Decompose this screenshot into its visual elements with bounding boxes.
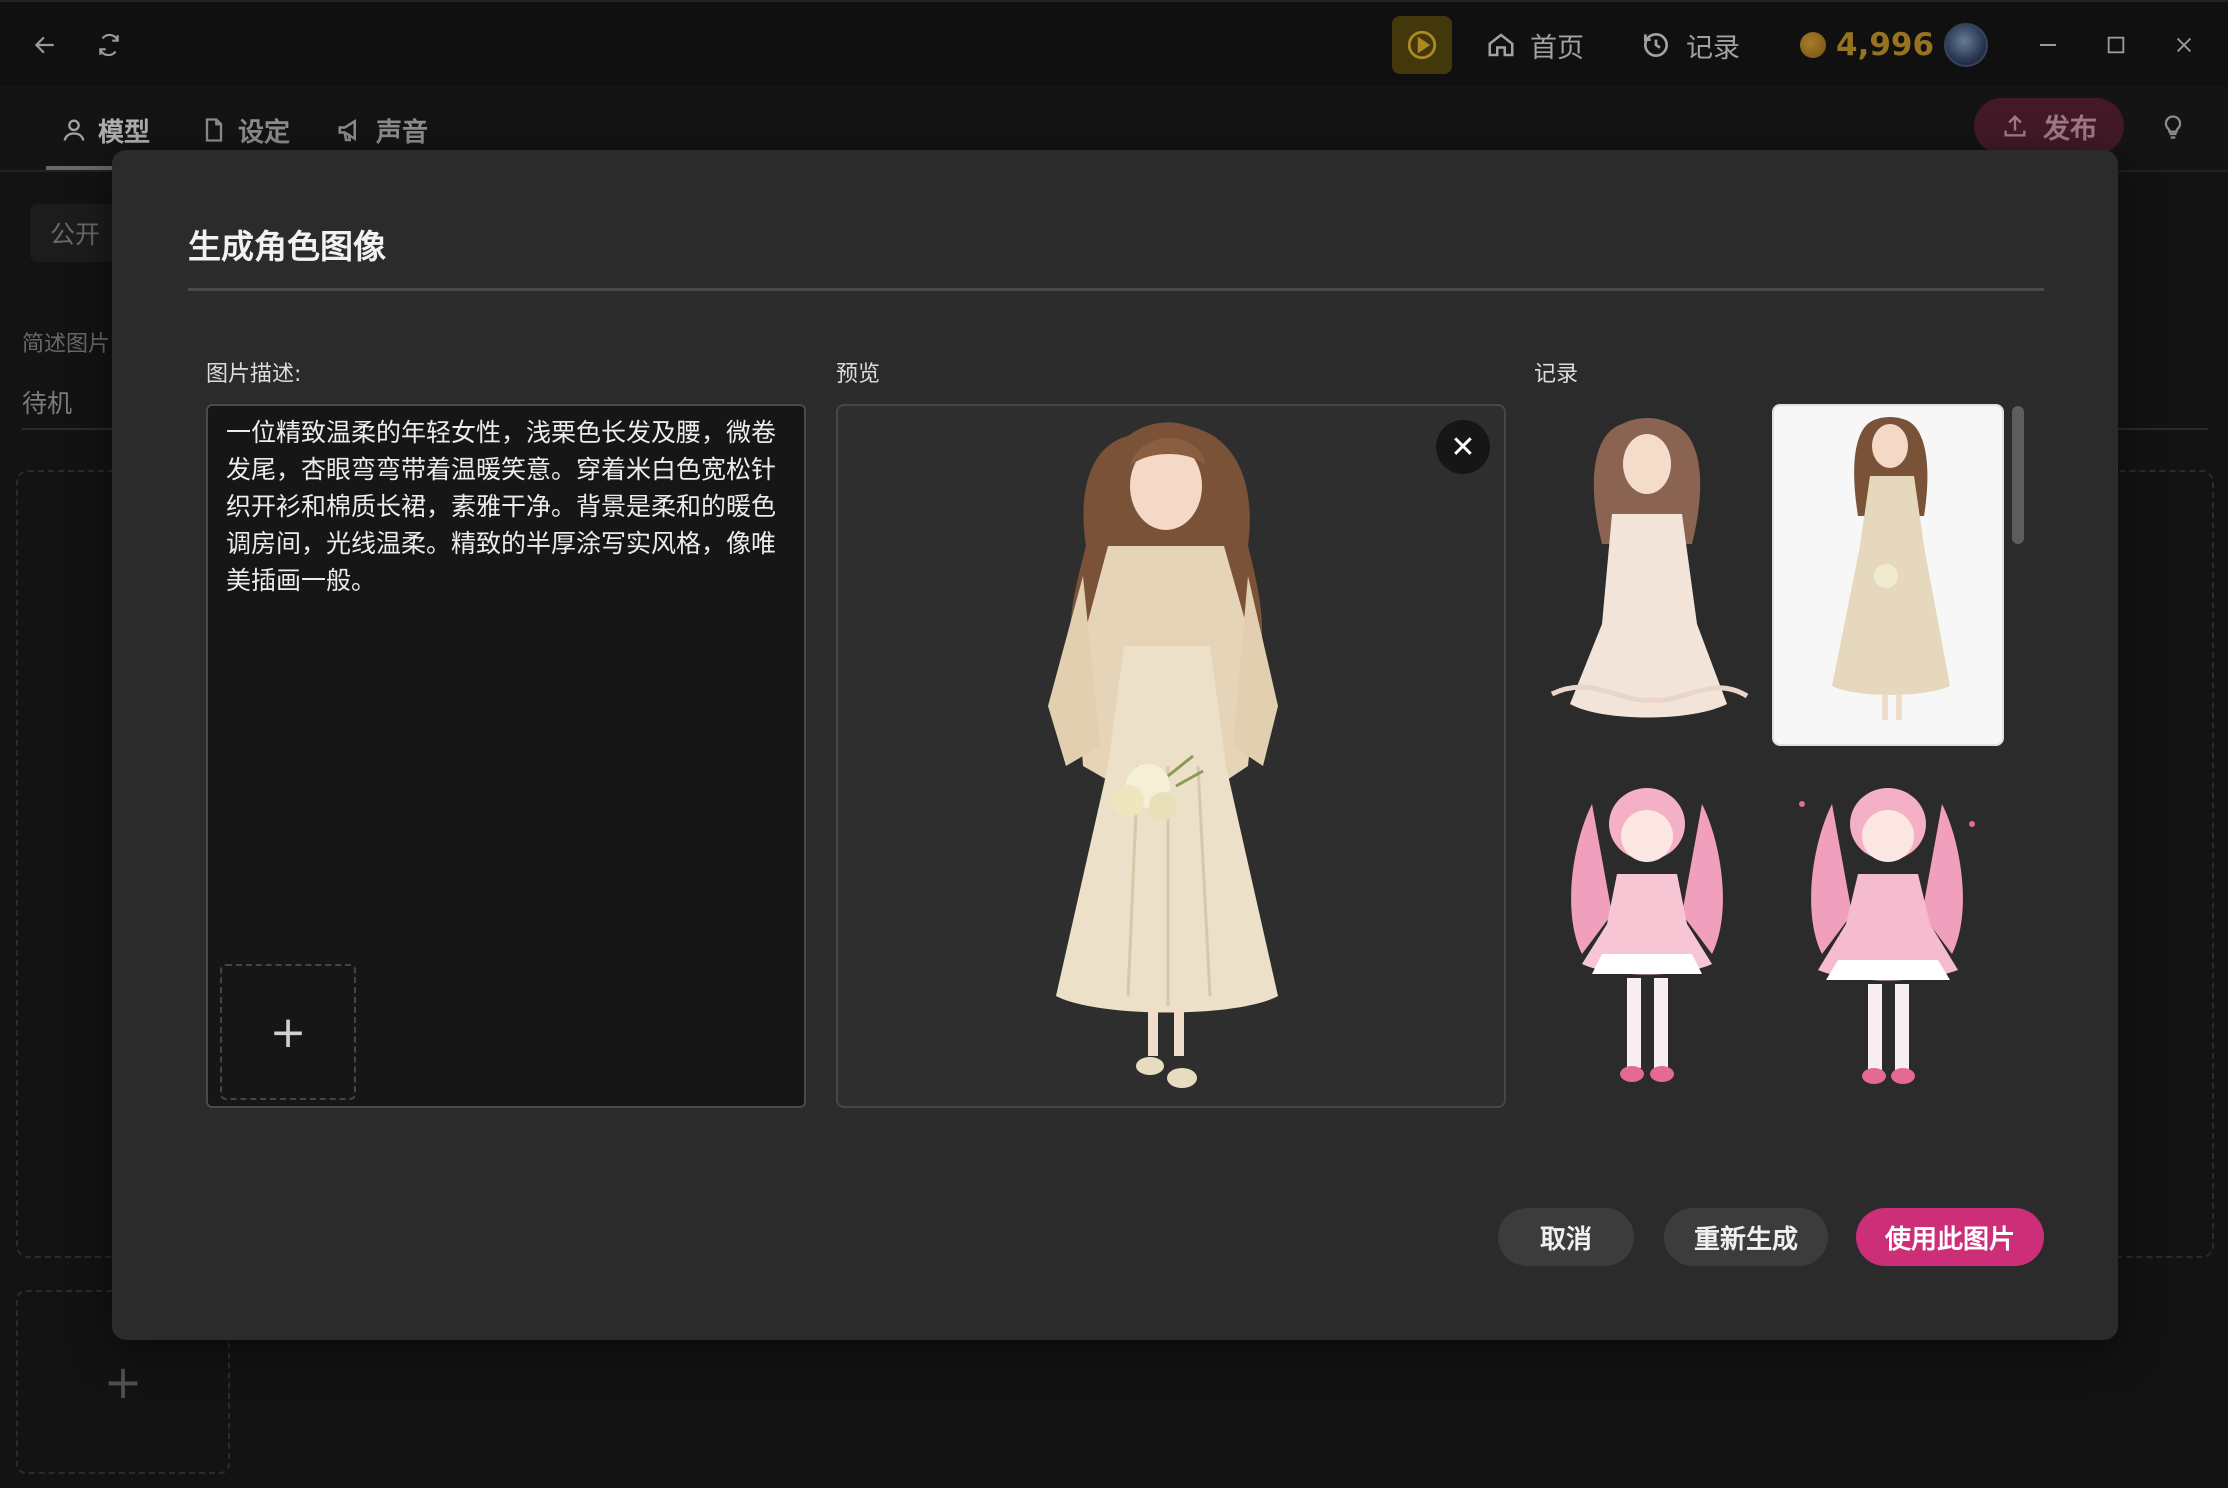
close-icon: ✕: [1450, 429, 1476, 465]
title-divider: [188, 288, 2044, 291]
dialog-title: 生成角色图像: [188, 227, 386, 266]
generate-image-dialog: 生成角色图像 图片描述: 预览 记录 一位精致温柔的年轻女性，浅栗色长发及腰，微…: [112, 150, 2118, 1340]
preview-image: [1048, 422, 1278, 1088]
history-thumbnail: [1832, 417, 1950, 720]
description-text[interactable]: 一位精致温柔的年轻女性，浅栗色长发及腰，微卷发尾，杏眼弯弯带着温暖笑意。穿着米白…: [226, 414, 786, 599]
history-list: [1532, 404, 2058, 1108]
preview-panel: ✕: [836, 404, 1506, 1108]
description-label: 图片描述:: [206, 362, 302, 387]
history-item-selected[interactable]: [1772, 404, 2004, 746]
cancel-button[interactable]: 取消: [1498, 1208, 1634, 1266]
history-thumbnail: [1571, 788, 1723, 1082]
history-item[interactable]: [1532, 764, 1764, 1106]
plus-icon: +: [269, 1006, 307, 1058]
history-item[interactable]: [1532, 404, 1764, 746]
add-reference-image-button[interactable]: +: [220, 964, 356, 1100]
history-scrollbar[interactable]: [2012, 406, 2024, 544]
history-item[interactable]: [1772, 764, 2004, 1106]
regenerate-button[interactable]: 重新生成: [1664, 1208, 1828, 1266]
history-thumbnail: [1799, 788, 1975, 1084]
description-textarea[interactable]: 一位精致温柔的年轻女性，浅栗色长发及腰，微卷发尾，杏眼弯弯带着温暖笑意。穿着米白…: [206, 404, 806, 1108]
history-label: 记录: [1534, 362, 1579, 387]
close-preview-button[interactable]: ✕: [1436, 420, 1490, 474]
preview-label: 预览: [836, 362, 881, 387]
use-image-button[interactable]: 使用此图片: [1856, 1208, 2044, 1266]
history-thumbnail: [1550, 418, 1749, 718]
